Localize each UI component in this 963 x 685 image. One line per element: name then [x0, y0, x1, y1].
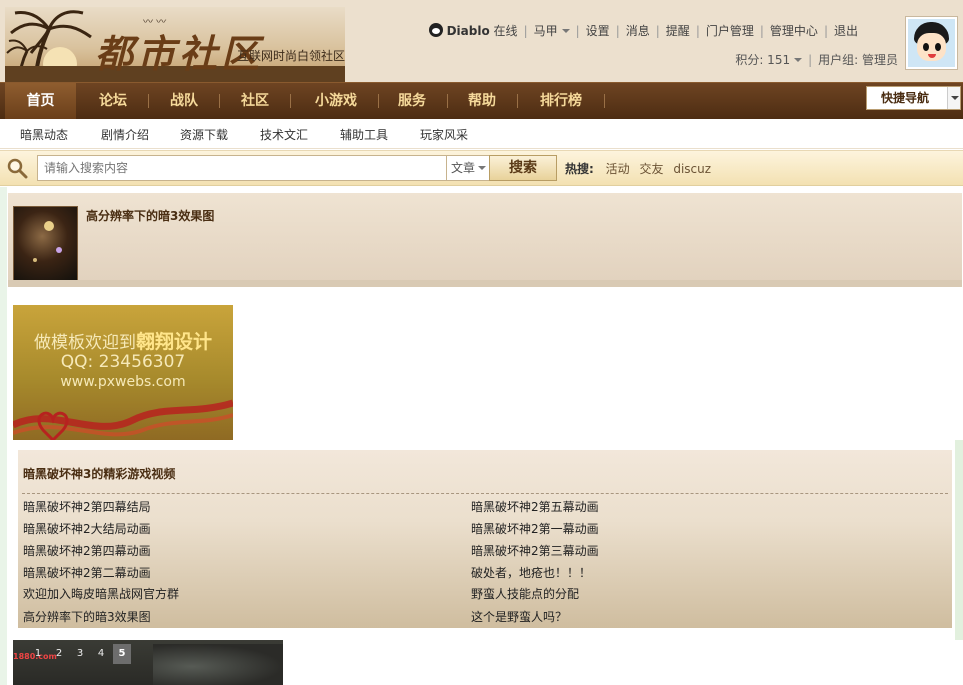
- subnav-item-players[interactable]: 玩家风采: [420, 126, 468, 143]
- nav-divider: [290, 94, 291, 108]
- slide-image: [153, 644, 283, 685]
- chevron-down-icon: [794, 58, 803, 62]
- featured-title[interactable]: 高分辨率下的暗3效果图: [86, 207, 214, 224]
- subnav-item-tech[interactable]: 技术文汇: [260, 126, 308, 143]
- list-item[interactable]: 暗黑破坏神2第二幕动画: [23, 564, 151, 581]
- slider-page-button-active[interactable]: 5: [113, 644, 131, 664]
- search-icon: [7, 158, 28, 179]
- featured-thumbnail[interactable]: [13, 206, 78, 281]
- hot-search-label: 热搜:: [565, 162, 594, 176]
- list-item[interactable]: 暗黑破坏神2大结局动画: [23, 520, 151, 537]
- image-slider[interactable]: 1880.com 1 2 3 4 5: [13, 640, 283, 685]
- list-item[interactable]: 欢迎加入晦皮暗黑战网官方群: [23, 585, 179, 602]
- slider-page-button[interactable]: 3: [71, 644, 89, 664]
- subnav-item-story[interactable]: 剧情介绍: [101, 126, 149, 143]
- points-menu[interactable]: 积分: 151: [735, 53, 803, 67]
- nav-divider: [219, 94, 220, 108]
- list-item[interactable]: 暗黑破坏神2第三幕动画: [471, 542, 599, 559]
- list-item[interactable]: 暗黑破坏神2第四幕动画: [23, 542, 151, 559]
- search-type-select[interactable]: 文章: [446, 155, 490, 181]
- slider-page-button[interactable]: 1: [29, 644, 47, 664]
- nav-item-home[interactable]: 首页: [5, 83, 76, 119]
- right-border: [955, 440, 963, 640]
- featured-divider: [8, 280, 962, 287]
- nav-item-help[interactable]: 帮助: [449, 83, 515, 119]
- vest-menu[interactable]: 马甲: [534, 24, 570, 38]
- list-item[interactable]: 破处者，地疮也！！！: [471, 564, 591, 581]
- user-stats: 积分: 151 | 用户组: 管理员: [735, 53, 898, 67]
- nav-divider: [148, 94, 149, 108]
- nav-item-rankings[interactable]: 排行榜: [525, 83, 597, 119]
- hot-term-link[interactable]: 交友: [639, 162, 663, 176]
- list-item[interactable]: 暗黑破坏神2第四幕结局: [23, 498, 151, 515]
- avatar-cartoon-icon: [908, 19, 955, 67]
- online-status: 在线: [493, 24, 518, 38]
- nav-item-team[interactable]: 战队: [151, 83, 217, 119]
- logo-subtitle: 互联网时尚白领社区: [237, 49, 345, 63]
- slider-page-button[interactable]: 4: [92, 644, 110, 664]
- ribbon-heart-icon: [13, 399, 233, 440]
- hot-searches: 热搜: 活动 交友 discuz: [565, 160, 717, 177]
- ad-banner[interactable]: 做模板欢迎到翱翔设计 QQ: 23456307 www.pxwebs.com: [13, 305, 233, 440]
- featured-block: 高分辨率下的暗3效果图: [8, 193, 962, 287]
- main-nav: 首页 论坛 战队 社区 小游戏 服务 帮助 排行榜: [0, 82, 963, 119]
- list-item[interactable]: 这个是野蛮人吗？: [471, 608, 567, 625]
- logout-link[interactable]: 退出: [834, 24, 858, 38]
- site-header: 〰 〰 都市社区 互联网时尚白领社区 Diablo 在线 | 马甲 | 设置 | 消息 | 提醒…: [0, 0, 963, 82]
- nav-item-services[interactable]: 服务: [379, 83, 445, 119]
- settings-link[interactable]: 设置: [586, 24, 610, 38]
- nav-item-community[interactable]: 社区: [222, 83, 288, 119]
- video-section-title: 暗黑破坏神3的精彩游戏视频: [23, 467, 176, 481]
- search-input[interactable]: [37, 155, 446, 181]
- search-button[interactable]: 搜索: [489, 155, 557, 181]
- banner-brand: 翱翔设计: [135, 331, 212, 353]
- quick-nav-label: 快捷导航: [881, 91, 930, 105]
- left-border: [0, 187, 7, 685]
- site-logo[interactable]: 〰 〰 都市社区 互联网时尚白领社区: [5, 7, 345, 82]
- nav-divider: [447, 94, 448, 108]
- list-item[interactable]: 暗黑破坏神2第五幕动画: [471, 498, 599, 515]
- nav-item-forum[interactable]: 论坛: [80, 83, 146, 119]
- list-item[interactable]: 野蛮人技能点的分配: [471, 585, 579, 602]
- chevron-down-icon[interactable]: [947, 87, 960, 109]
- hot-term-link[interactable]: discuz: [673, 162, 711, 176]
- nav-divider: [517, 94, 518, 108]
- subnav-item-downloads[interactable]: 资源下载: [180, 126, 228, 143]
- hot-term-link[interactable]: 活动: [606, 162, 630, 176]
- admin-center-link[interactable]: 管理中心: [770, 24, 818, 38]
- quick-nav-button[interactable]: 快捷导航: [866, 86, 961, 110]
- chevron-down-icon: [478, 166, 487, 170]
- subnav-item-news[interactable]: 暗黑动态: [20, 126, 68, 143]
- subnav-item-tools[interactable]: 辅助工具: [340, 126, 388, 143]
- dashed-divider: [22, 493, 948, 494]
- sub-nav: 暗黑动态 剧情介绍 资源下载 技术文汇 辅助工具 玩家风采: [0, 119, 963, 149]
- nav-divider: [604, 94, 605, 108]
- reminders-link[interactable]: 提醒: [666, 24, 690, 38]
- banner-line-1: 做模板欢迎到翱翔设计: [33, 331, 212, 353]
- list-item[interactable]: 高分辨率下的暗3效果图: [23, 608, 151, 625]
- slider-page-button[interactable]: 2: [50, 644, 68, 664]
- avatar[interactable]: [905, 16, 958, 70]
- user-group[interactable]: 用户组: 管理员: [818, 53, 898, 67]
- banner-qq: QQ: 23456307: [60, 352, 186, 372]
- username-link[interactable]: Diablo: [447, 24, 490, 38]
- portal-admin-link[interactable]: 门户管理: [706, 24, 754, 38]
- nav-item-minigames[interactable]: 小游戏: [296, 83, 376, 119]
- qq-penguin-icon: [428, 23, 443, 37]
- messages-link[interactable]: 消息: [626, 24, 650, 38]
- list-item[interactable]: 暗黑破坏神2第一幕动画: [471, 520, 599, 537]
- user-bar: Diablo 在线 | 马甲 | 设置 | 消息 | 提醒 | 门户管理 | 管理中心 | 退出: [428, 22, 858, 39]
- video-section: 暗黑破坏神3的精彩游戏视频 暗黑破坏神2第四幕结局 暗黑破坏神2大结局动画 暗黑…: [18, 450, 952, 628]
- chevron-down-icon: [561, 29, 570, 33]
- search-bar: 文章 搜索 热搜: 活动 交友 discuz: [0, 150, 963, 186]
